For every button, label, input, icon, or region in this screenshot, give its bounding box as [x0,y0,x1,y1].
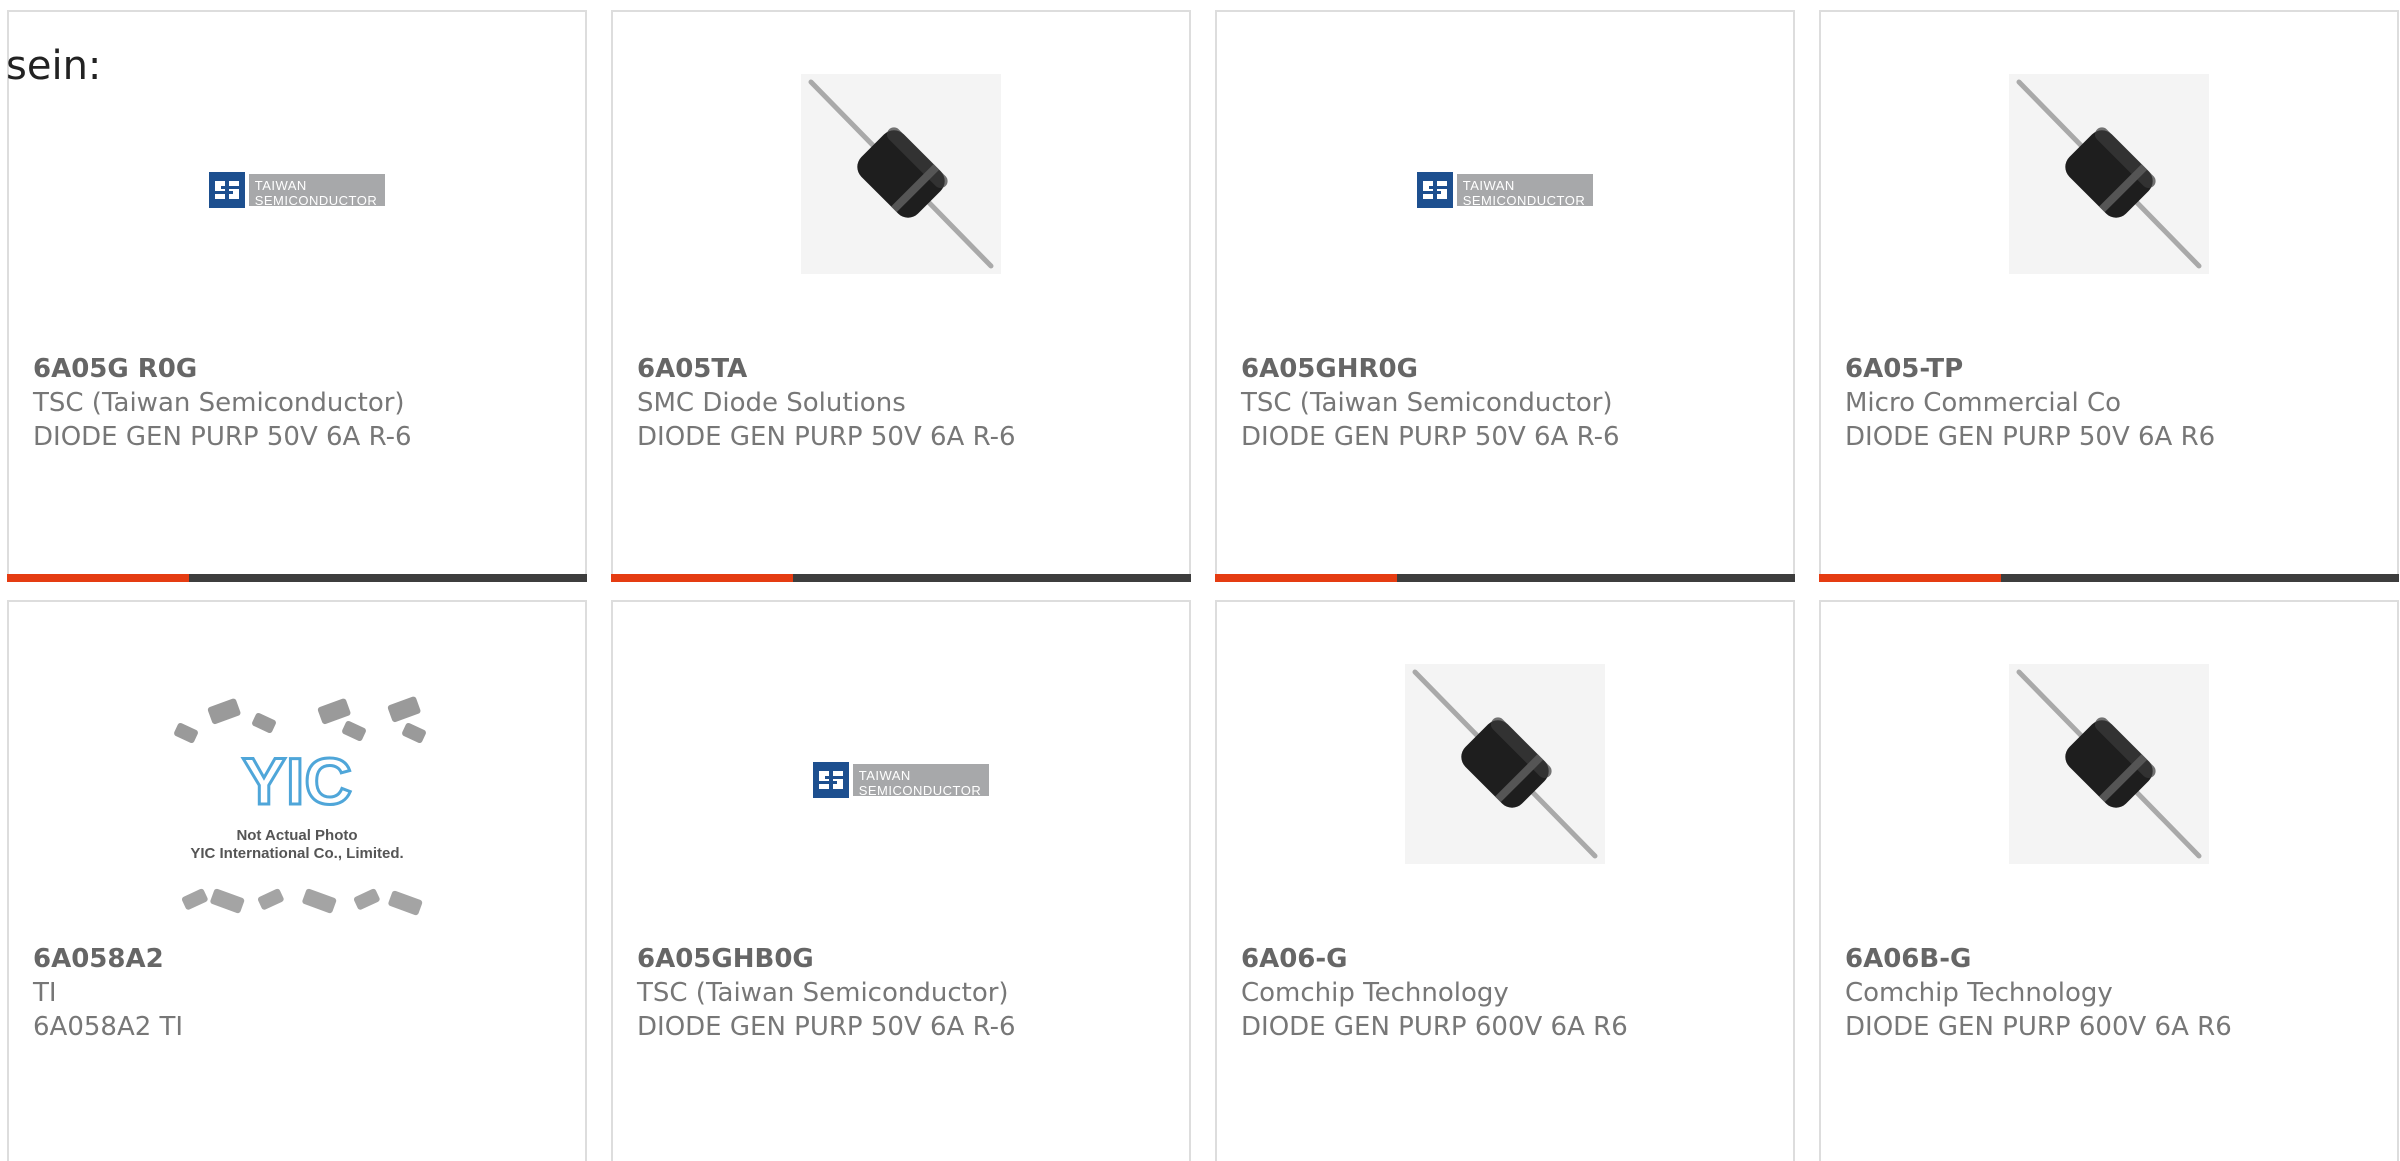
product-image[interactable] [1821,74,2397,314]
product-info: 6A05-TP Micro Commercial Co DIODE GEN PURP… [1845,352,2215,454]
product-card[interactable]: TAIWAN SEMICONDUCTOR 6A05GHR0G TSC (Taiwan … [1215,10,1795,582]
product-info: 6A058A2 TI 6A058A2 TI [33,942,183,1044]
taiwan-semiconductor-logo: TAIWAN SEMICONDUCTOR [1416,170,1594,210]
manufacturer-name: TSC (Taiwan Semiconductor) [1241,388,1613,418]
part-number-link[interactable]: 6A05G R0G [33,352,412,386]
product-card[interactable]: 6A05TA SMC Diode Solutions DIODE GEN PURP … [611,10,1191,582]
accent-bar-segment [7,574,189,582]
product-description: DIODE GEN PURP 50V 6A R6 [1845,422,2216,452]
taiwan-semiconductor-logo: TAIWAN SEMICONDUCTOR [812,760,990,800]
manufacturer-name: TI [33,978,57,1008]
product-listing-page: sein: TAIWAN SEMICONDUCTOR 6A05G R0G TSC (T… [0,0,2400,1161]
manufacturer-name: Comchip Technology [1845,978,2113,1008]
logo-text-line: TAIWAN [858,768,911,783]
product-card[interactable]: 6A06-G Comchip Technology DIODE GEN PURP 6… [1215,600,1795,1161]
tsc-logo-text: TAIWAN SEMICONDUCTOR [852,764,990,798]
manufacturer-name: TSC (Taiwan Semiconductor) [637,978,1009,1008]
diode-photo [1405,664,1605,864]
part-number-link[interactable]: 6A05-TP [1845,352,2215,386]
accent-bar-segment [1819,574,2001,582]
product-card[interactable]: 6A06B-G Comchip Technology DIODE GEN PURP … [1819,600,2399,1161]
diode-photo [801,74,1001,274]
part-number-link[interactable]: 6A06B-G [1845,942,2232,976]
card-accent-bar [1215,574,1795,582]
product-description: 6A058A2 TI [33,1012,184,1042]
product-info: 6A06-G Comchip Technology DIODE GEN PURP 6… [1241,942,1628,1044]
logo-text-line: SEMICONDUCTOR [254,193,378,208]
product-info: 6A06B-G Comchip Technology DIODE GEN PURP … [1845,942,2232,1044]
card-accent-bar [611,574,1191,582]
product-card[interactable]: TAIWAN SEMICONDUCTOR 6A05G R0G TSC (Taiwan … [7,10,587,582]
yic-placeholder-image: YIC Not Actual PhotoYIC International Co.… [174,696,426,916]
product-grid: TAIWAN SEMICONDUCTOR 6A05G R0G TSC (Taiwan … [7,10,2399,1161]
part-number-link[interactable]: 6A05GHR0G [1241,352,1620,386]
product-image[interactable]: TAIWAN SEMICONDUCTOR [613,664,1189,904]
tsc-mark-icon [812,762,849,798]
product-description: DIODE GEN PURP 50V 6A R-6 [637,422,1016,452]
product-info: 6A05G R0G TSC (Taiwan Semiconductor) DIODE… [33,352,412,454]
diode-photo [2009,74,2209,274]
tsc-mark-icon [208,172,245,208]
product-image[interactable] [1217,664,1793,904]
product-image[interactable] [613,74,1189,314]
bar-rest-segment [2001,574,2399,582]
tsc-logo-text: TAIWAN SEMICONDUCTOR [1456,174,1594,208]
manufacturer-name: TSC (Taiwan Semiconductor) [33,388,405,418]
product-card[interactable]: 6A05-TP Micro Commercial Co DIODE GEN PURP… [1819,10,2399,582]
part-number-link[interactable]: 6A058A2 [33,942,183,976]
card-accent-bar [7,574,587,582]
product-image[interactable] [1821,664,2397,904]
card-accent-bar [1819,574,2399,582]
part-number-link[interactable]: 6A06-G [1241,942,1628,976]
svg-text:YIC: YIC [242,744,352,818]
product-card[interactable]: YIC Not Actual Photo YIC International Co.… [7,600,587,1161]
product-description: DIODE GEN PURP 50V 6A R-6 [637,1012,1016,1042]
product-description: DIODE GEN PURP 50V 6A R-6 [1241,422,1620,452]
product-image[interactable]: TAIWAN SEMICONDUCTOR [1217,74,1793,314]
product-description: DIODE GEN PURP 600V 6A R6 [1845,1012,2232,1042]
accent-bar-segment [1215,574,1397,582]
product-image[interactable]: TAIWAN SEMICONDUCTOR [9,74,585,314]
product-info: 6A05GHB0G TSC (Taiwan Semiconductor) DIODE… [637,942,1016,1044]
product-description: DIODE GEN PURP 50V 6A R-6 [33,422,412,452]
placeholder-caption: Not Actual Photo [236,827,357,844]
bar-rest-segment [189,574,587,582]
product-card[interactable]: TAIWAN SEMICONDUCTOR 6A05GHB0G TSC (Taiwan … [611,600,1191,1161]
bar-rest-segment [1397,574,1795,582]
product-info: 6A05GHR0G TSC (Taiwan Semiconductor) DIODE… [1241,352,1620,454]
taiwan-semiconductor-logo: TAIWAN SEMICONDUCTOR [208,170,386,210]
tsc-mark-icon [1416,172,1453,208]
accent-bar-segment [611,574,793,582]
product-info: 6A05TA SMC Diode Solutions DIODE GEN PURP … [637,352,1016,454]
part-number-link[interactable]: 6A05TA [637,352,1016,386]
part-number-link[interactable]: 6A05GHB0G [637,942,1016,976]
logo-text-line: TAIWAN [1462,178,1515,193]
logo-text-line: SEMICONDUCTOR [858,783,982,798]
tsc-logo-text: TAIWAN SEMICONDUCTOR [248,174,386,208]
placeholder-caption: YIC International Co., Limited. [190,845,403,862]
diode-photo [2009,664,2209,864]
intro-text: sein: [6,43,102,89]
bar-rest-segment [793,574,1191,582]
manufacturer-name: SMC Diode Solutions [637,388,906,418]
product-description: DIODE GEN PURP 600V 6A R6 [1241,1012,1628,1042]
product-image[interactable]: YIC Not Actual Photo YIC International Co.… [9,664,585,916]
logo-text-line: TAIWAN [254,178,307,193]
manufacturer-name: Comchip Technology [1241,978,1509,1008]
manufacturer-name: Micro Commercial Co [1845,388,2122,418]
logo-text-line: SEMICONDUCTOR [1462,193,1586,208]
